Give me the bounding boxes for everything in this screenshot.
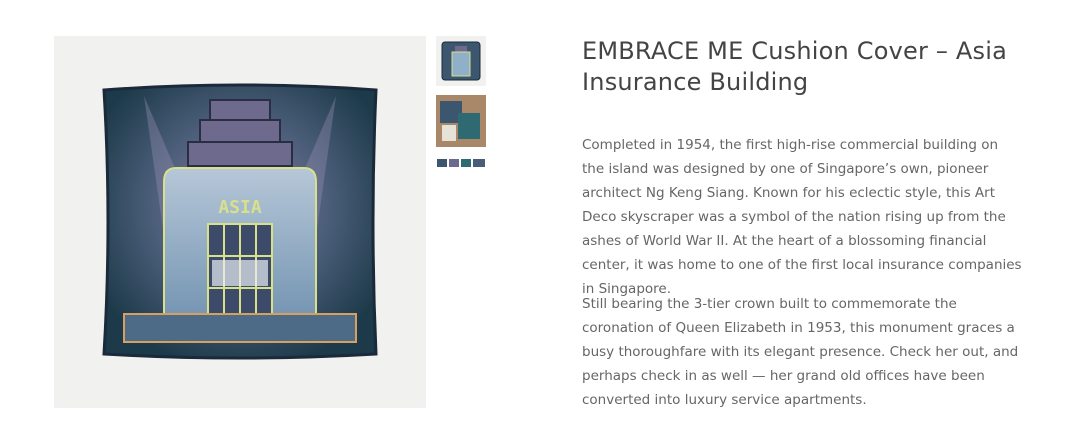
thumbnail-range-image — [437, 159, 485, 167]
product-main-image[interactable]: ASIA — [54, 36, 426, 408]
thumbnail-range[interactable] — [436, 157, 486, 169]
product-description-paragraph: Still bearing the 3-tier crown built to … — [582, 296, 1019, 408]
building-sign-text: ASIA — [218, 197, 262, 218]
thumbnail-lifestyle[interactable] — [436, 95, 486, 147]
thumbnail-cushion-front[interactable] — [436, 36, 486, 86]
product-description-paragraph: Completed in 1954, the first high-rise c… — [582, 137, 1022, 297]
product-title: EMBRACE ME Cushion Cover – Asia Insuranc… — [582, 37, 1007, 96]
cushion-illustration: ASIA — [102, 83, 378, 360]
thumbnail-cushion-image — [441, 41, 481, 81]
thumbnail-lifestyle-image — [436, 95, 486, 147]
